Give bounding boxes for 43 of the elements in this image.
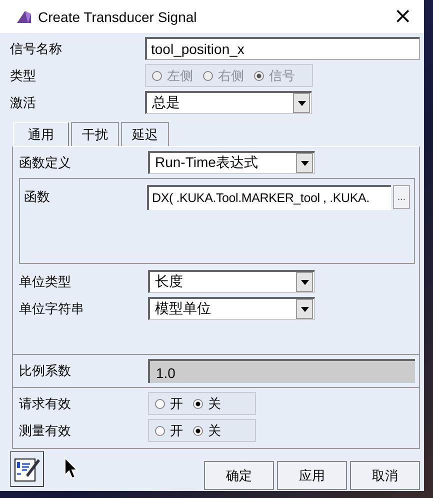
field-label: 激活 [10, 94, 37, 112]
mouse-pointer-icon [64, 457, 78, 479]
caret-icon [298, 100, 306, 106]
activate-dropdown[interactable]: 总是 [145, 91, 312, 114]
field-label: 比例系数 [19, 363, 72, 380]
radio-button[interactable] [155, 398, 165, 408]
browse-button[interactable]: ... [393, 185, 410, 209]
radio-label: 开 [170, 396, 183, 412]
signal-name-field[interactable]: tool_position_x [145, 37, 420, 60]
caret-icon [300, 280, 308, 284]
function-definition-dropdown[interactable]: Run-Time表达式 [148, 151, 315, 174]
app-logo-icon [16, 10, 32, 24]
radio-button[interactable] [193, 426, 203, 436]
tab[interactable]: 通用 [13, 122, 69, 146]
radio-label: 信号 [269, 68, 295, 84]
caret-icon [300, 306, 308, 312]
field-label: 请求有效 [19, 396, 72, 412]
radio-label: 关 [208, 396, 221, 412]
unit-string-dropdown[interactable]: 模型单位 [148, 297, 315, 320]
field-label: 信号名称 [10, 40, 63, 58]
field-label: 函数定义 [19, 154, 72, 172]
radio-button[interactable] [193, 398, 203, 408]
radio-label: 左侧 [167, 68, 193, 84]
tab[interactable]: 延迟 [121, 122, 169, 146]
field-label: 测量有效 [19, 422, 72, 440]
radio-label: 关 [208, 422, 221, 440]
field-label: 单位字符串 [19, 300, 85, 318]
radio-label: 开 [170, 422, 183, 440]
dialog-button[interactable]: 应用 [277, 461, 347, 490]
window-title: Create Transducer Signal [38, 8, 198, 24]
caret-icon [300, 160, 308, 166]
tab[interactable]: 干扰 [71, 122, 119, 146]
dialog-button[interactable]: 取消 [350, 461, 420, 490]
notes-button[interactable] [10, 451, 44, 487]
field-label: 类型 [10, 68, 37, 84]
function-field[interactable]: DX( .KUKA.Tool.MARKER_tool , .KUKA. [147, 185, 391, 210]
radio-button[interactable] [155, 426, 165, 436]
field-label: 单位类型 [19, 274, 72, 290]
field-label: 函数 [24, 189, 51, 206]
close-button[interactable]: × [390, 6, 416, 28]
unit-type-dropdown[interactable]: 长度 [148, 270, 315, 293]
radio-label: 右侧 [218, 68, 244, 84]
dialog-button[interactable]: 确定 [204, 461, 274, 490]
